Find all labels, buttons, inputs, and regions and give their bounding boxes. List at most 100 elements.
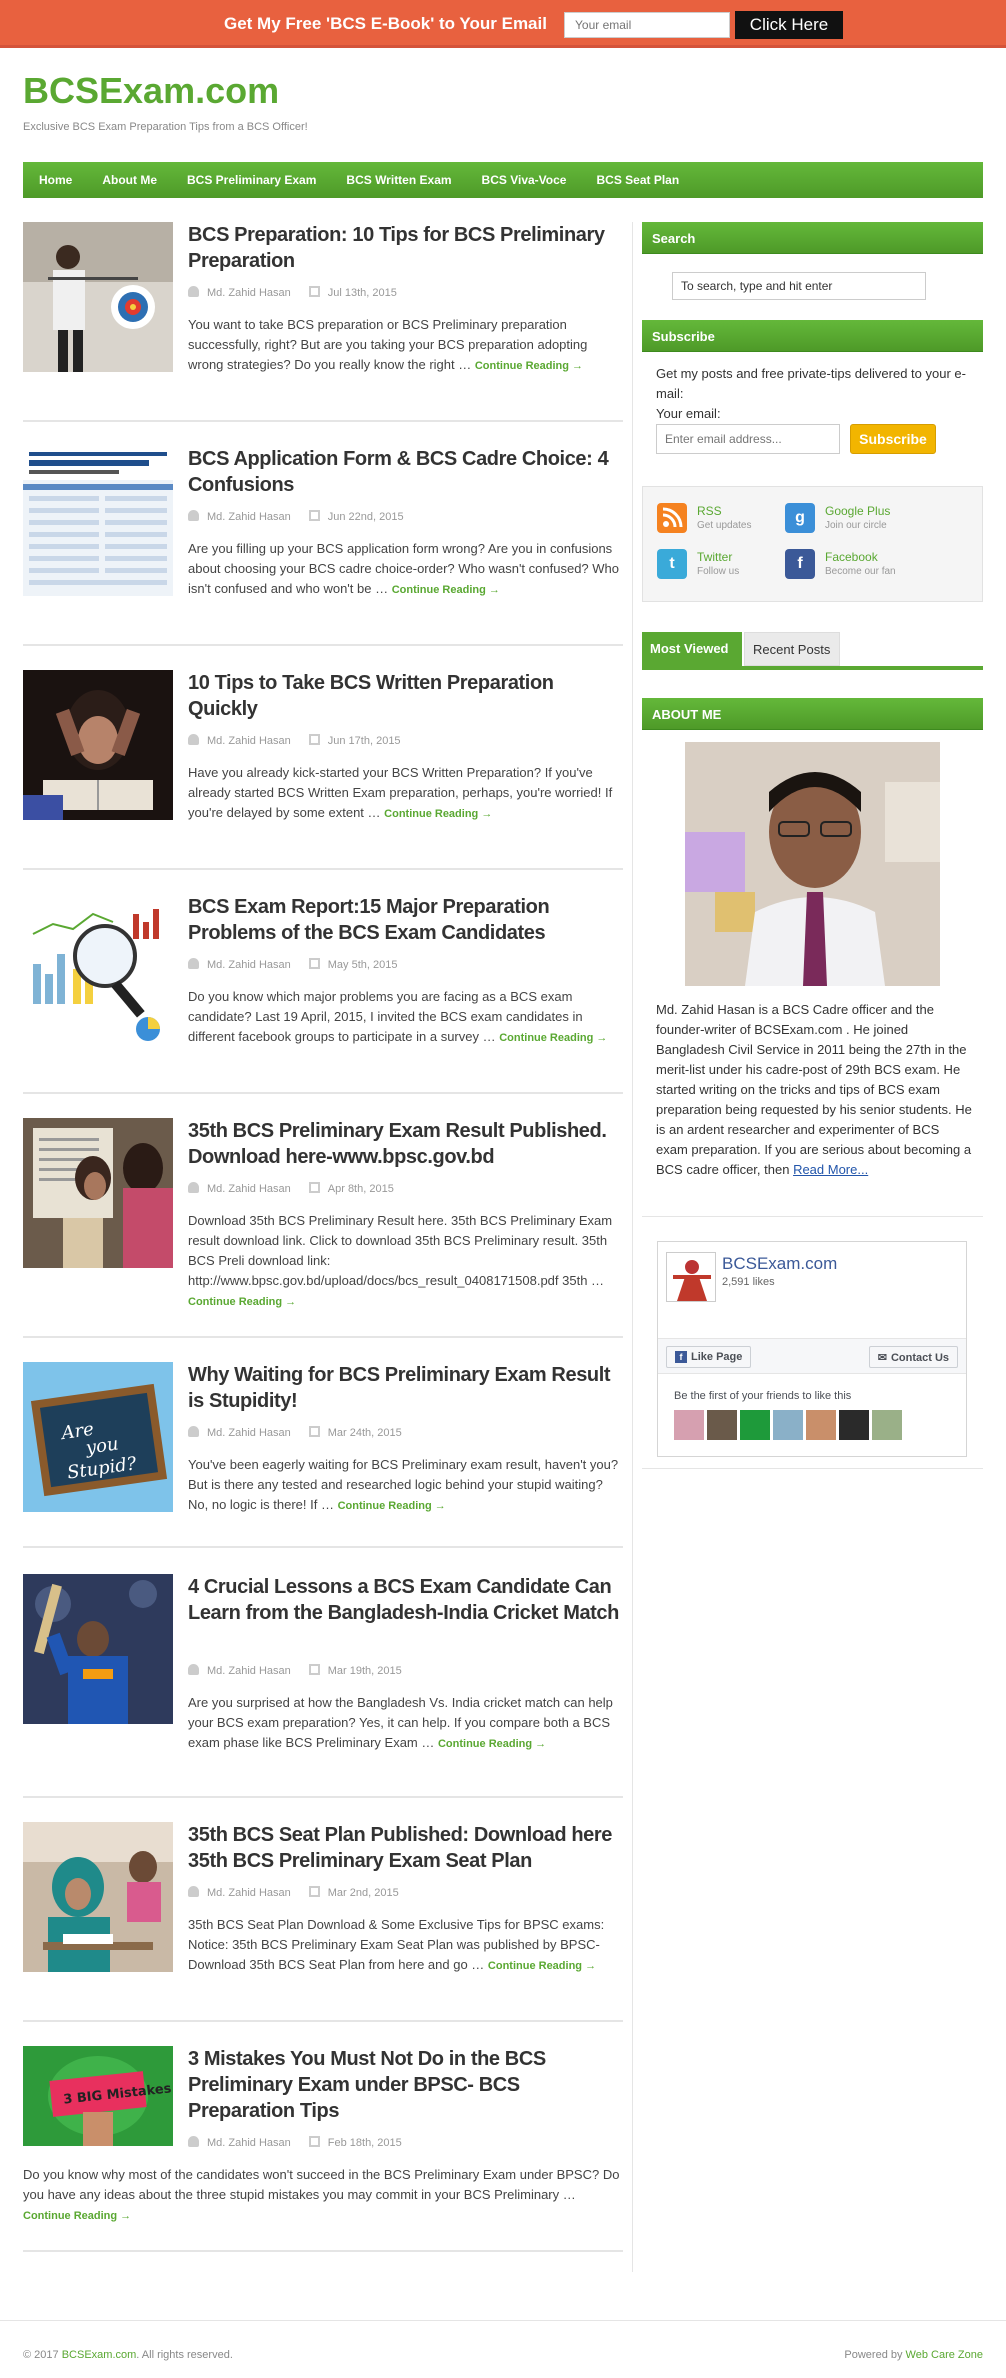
optin-submit-button[interactable]: Click Here (735, 11, 843, 39)
nav-item-bcs-seat-plan[interactable]: BCS Seat Plan (581, 173, 694, 187)
post-title[interactable]: BCS Preparation: 10 Tips for BCS Prelimi… (188, 222, 623, 274)
continue-reading-link[interactable]: Continue Reading → (475, 360, 583, 372)
post-excerpt: Do you know why most of the candidates w… (23, 2165, 623, 2226)
social-link-facebook[interactable]: f Facebook Become our fan (785, 549, 935, 583)
avatar[interactable] (707, 1410, 737, 1440)
social-name: Twitter (697, 550, 733, 564)
twitter-icon: t (657, 549, 687, 579)
user-icon (188, 1182, 199, 1193)
avatar[interactable] (773, 1410, 803, 1440)
read-more-link[interactable]: Read More... (793, 1162, 868, 1177)
subscribe-button[interactable]: Subscribe (850, 424, 936, 454)
tab-recent-posts[interactable]: Recent Posts (744, 632, 840, 666)
continue-reading-link[interactable]: Continue Reading → (338, 1500, 446, 1512)
calendar-icon (308, 1664, 320, 1675)
calendar-icon (308, 1886, 320, 1897)
post-title[interactable]: Why Waiting for BCS Preliminary Exam Res… (188, 1362, 623, 1414)
continue-reading-link[interactable]: Continue Reading → (23, 2210, 131, 2222)
post-title[interactable]: 4 Crucial Lessons a BCS Exam Candidate C… (188, 1574, 623, 1626)
facebook-action-bar: f Like Page ✉ Contact Us (658, 1338, 966, 1374)
facebook-like-button[interactable]: f Like Page (666, 1346, 752, 1368)
user-icon (188, 734, 199, 745)
post-thumbnail[interactable]: Are you Stupid? (23, 1362, 173, 1512)
user-icon (188, 510, 199, 521)
facebook-f-icon: f (675, 1351, 687, 1363)
tab-most-viewed[interactable]: Most Viewed (642, 632, 742, 666)
nav-item-about-me[interactable]: About Me (87, 173, 172, 187)
posts-tabs: Most Viewed Recent Posts (642, 630, 983, 670)
continue-reading-link[interactable]: Continue Reading → (499, 1032, 607, 1044)
post-item: 4 Crucial Lessons a BCS Exam Candidate C… (23, 1574, 623, 1798)
facebook-contact-button[interactable]: ✉ Contact Us (868, 1346, 958, 1368)
post-excerpt-text: Do you know why most of the candidates w… (23, 2167, 620, 2202)
post-title[interactable]: BCS Application Form & BCS Cadre Choice:… (188, 446, 623, 498)
avatar[interactable] (806, 1410, 836, 1440)
post-title[interactable]: 35th BCS Seat Plan Published: Download h… (188, 1822, 623, 1874)
post-thumbnail[interactable]: 3 BIG Mistakes (23, 2046, 173, 2146)
social-subtext: Become our fan (825, 566, 896, 577)
avatar[interactable] (740, 1410, 770, 1440)
continue-reading-link[interactable]: Continue Reading → (488, 1960, 596, 1972)
post-item: 10 Tips to Take BCS Written Preparation … (23, 670, 623, 870)
calendar-icon (308, 286, 320, 297)
post-date: Mar 19th, 2015 (327, 1665, 402, 1677)
post-thumbnail[interactable] (23, 670, 173, 820)
continue-reading-link[interactable]: Continue Reading → (392, 584, 500, 596)
post-excerpt: Download 35th BCS Preliminary Result her… (188, 1211, 623, 1312)
post-thumbnail[interactable] (23, 1574, 173, 1724)
post-date: May 5th, 2015 (327, 959, 398, 971)
footer-site-link[interactable]: BCSExam.com (62, 2349, 137, 2361)
continue-reading-link[interactable]: Continue Reading → (438, 1738, 546, 1750)
post-author: Md. Zahid Hasan (207, 959, 291, 971)
facebook-fan-avatars (674, 1410, 902, 1440)
social-name: Google Plus (825, 504, 891, 518)
footer-powered-link[interactable]: Web Care Zone (906, 2349, 983, 2361)
optin-email-input[interactable] (564, 12, 730, 38)
social-link-google-plus[interactable]: g Google Plus Join our circle (785, 503, 935, 537)
post-title[interactable]: 10 Tips to Take BCS Written Preparation … (188, 670, 623, 722)
post-author: Md. Zahid Hasan (207, 287, 291, 299)
site-logo[interactable]: BCSExam.com (23, 70, 279, 112)
user-icon (188, 1426, 199, 1437)
facebook-friends-text: Be the first of your friends to like thi… (674, 1390, 852, 1402)
post-title[interactable]: BCS Exam Report:15 Major Preparation Pro… (188, 894, 623, 946)
subscribe-email-label: Your email: (656, 406, 721, 421)
search-input[interactable] (672, 272, 926, 300)
copyright-prefix: © 2017 (23, 2349, 62, 2361)
post-excerpt-text: Download 35th BCS Preliminary Result her… (188, 1213, 613, 1288)
avatar[interactable] (872, 1410, 902, 1440)
post-excerpt: 35th BCS Seat Plan Download & Some Exclu… (188, 1915, 623, 1976)
subscribe-description: Get my posts and free private-tips deliv… (656, 366, 966, 401)
facebook-page-name[interactable]: BCSExam.com (722, 1254, 837, 1274)
post-date: Feb 18th, 2015 (327, 2137, 402, 2149)
post-thumbnail[interactable] (23, 894, 173, 1044)
continue-reading-link[interactable]: Continue Reading → (188, 1296, 296, 1308)
post-author: Md. Zahid Hasan (207, 735, 291, 747)
post-item: BCS Preparation: 10 Tips for BCS Prelimi… (23, 222, 623, 422)
social-subtext: Get updates (697, 520, 752, 531)
avatar[interactable] (839, 1410, 869, 1440)
post-thumbnail[interactable] (23, 446, 173, 596)
user-icon (188, 2136, 199, 2147)
subscribe-email-input[interactable] (656, 424, 840, 454)
post-thumbnail[interactable] (23, 1822, 173, 1972)
calendar-icon (308, 1426, 320, 1437)
facebook-page-logo[interactable] (666, 1252, 716, 1302)
post-excerpt-text: Are you surprised at how the Bangladesh … (188, 1695, 613, 1750)
post-thumbnail[interactable] (23, 222, 173, 372)
post-title[interactable]: 3 Mistakes You Must Not Do in the BCS Pr… (188, 2046, 623, 2124)
post-title[interactable]: 35th BCS Preliminary Exam Result Publish… (188, 1118, 623, 1170)
post-item: 3 BIG Mistakes 3 Mistakes You Must Not D… (23, 2046, 623, 2252)
nav-item-home[interactable]: Home (23, 173, 87, 187)
nav-item-bcs-written-exam[interactable]: BCS Written Exam (331, 173, 466, 187)
post-date: Jun 22nd, 2015 (327, 511, 404, 523)
avatar[interactable] (674, 1410, 704, 1440)
nav-item-bcs-viva-voce[interactable]: BCS Viva-Voce (467, 173, 582, 187)
continue-reading-link[interactable]: Continue Reading → (384, 808, 492, 820)
post-date: Apr 8th, 2015 (327, 1183, 394, 1195)
nav-item-bcs-preliminary-exam[interactable]: BCS Preliminary Exam (172, 173, 331, 187)
post-excerpt: Do you know which major problems you are… (188, 987, 623, 1048)
post-date: Mar 2nd, 2015 (327, 1887, 399, 1899)
post-thumbnail[interactable] (23, 1118, 173, 1268)
subscribe-widget-title: Subscribe (642, 320, 983, 352)
